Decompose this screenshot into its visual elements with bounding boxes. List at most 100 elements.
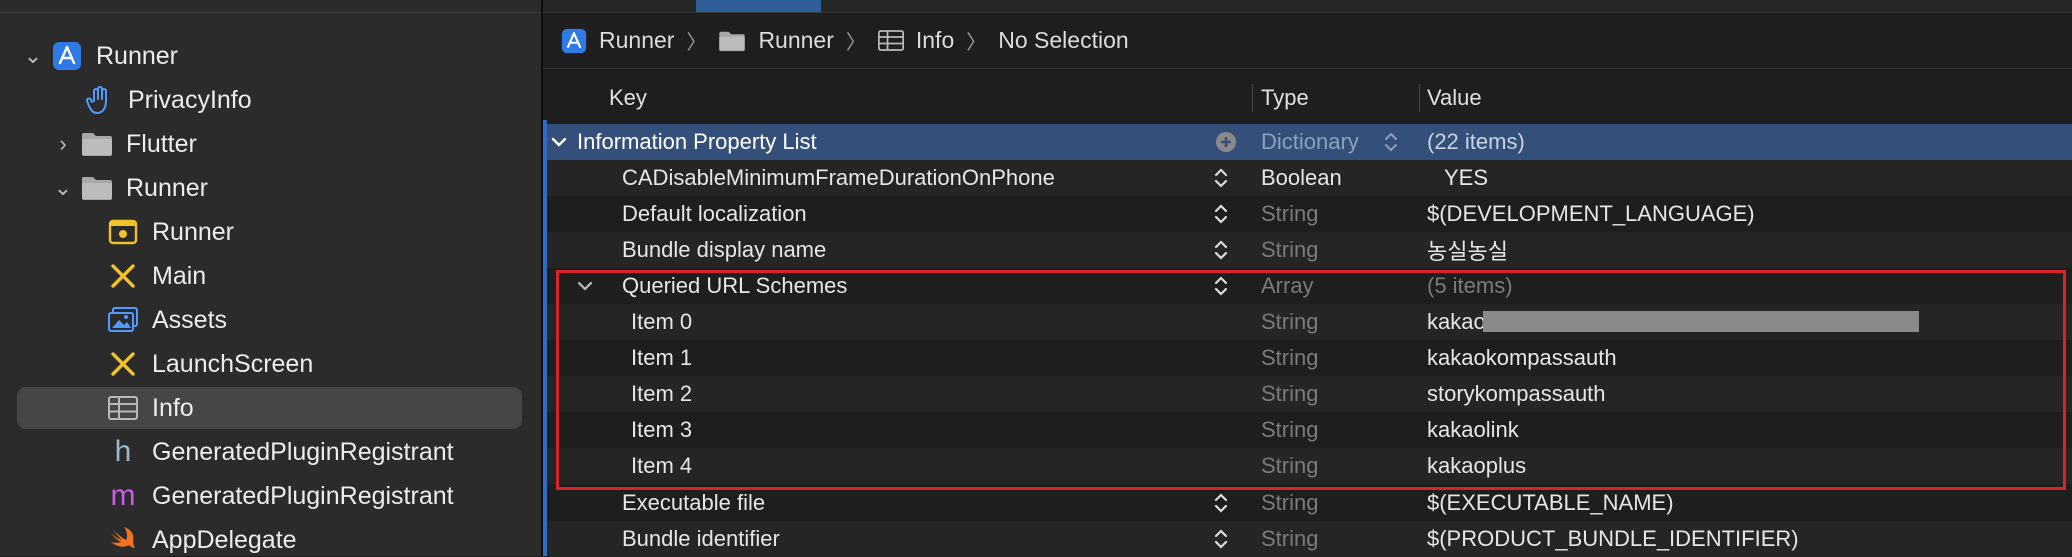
- row-type[interactable]: Dictionary: [1261, 124, 1359, 160]
- row-value[interactable]: $(DEVELOPMENT_LANGUAGE): [1427, 196, 1755, 232]
- row-type[interactable]: String: [1261, 340, 1318, 376]
- column-header-key[interactable]: Key: [609, 78, 647, 118]
- table-row[interactable]: Item 4 String kakaoplus: [543, 448, 2072, 484]
- breadcrumb-item-project[interactable]: Runner: [561, 27, 674, 54]
- row-value[interactable]: kakaolink: [1427, 412, 1519, 448]
- nav-item-label: LaunchScreen: [152, 349, 314, 378]
- table-row[interactable]: Queried URL Schemes Array (5 items): [543, 268, 2072, 304]
- row-key: Information Property List: [577, 129, 817, 154]
- stepper-icon[interactable]: [1383, 124, 1399, 160]
- table-row[interactable]: Bundle identifier String $(PRODUCT_BUNDL…: [543, 521, 2072, 557]
- breadcrumb-label: Runner: [758, 27, 834, 53]
- table-row[interactable]: Bundle display name String 농실농실: [543, 232, 2072, 268]
- nav-item-label: Assets: [152, 305, 228, 334]
- nav-item-label: Runner: [152, 217, 234, 246]
- nav-item-appdelegate[interactable]: AppDelegate: [106, 519, 297, 556]
- table-row[interactable]: Executable file String $(EXECUTABLE_NAME…: [543, 485, 2072, 521]
- row-key[interactable]: Bundle display name: [622, 232, 826, 268]
- chevron-right-icon[interactable]: ›: [52, 131, 74, 157]
- row-value[interactable]: 농실농실: [1427, 232, 1508, 268]
- folder-icon: [718, 30, 746, 52]
- nav-item-label: Main: [152, 261, 207, 290]
- nav-item-runner-target[interactable]: Runner: [106, 211, 234, 253]
- app-target-icon: [106, 217, 140, 247]
- row-type[interactable]: String: [1261, 448, 1318, 484]
- nav-item-main-storyboard[interactable]: Main: [106, 255, 206, 297]
- row-type[interactable]: String: [1261, 412, 1318, 448]
- row-key[interactable]: Queried URL Schemes: [622, 268, 847, 304]
- row-value[interactable]: kakaoplus: [1427, 448, 1526, 484]
- chevron-down-icon[interactable]: [551, 124, 567, 160]
- stepper-icon[interactable]: [1211, 202, 1231, 226]
- row-type[interactable]: String: [1261, 485, 1318, 521]
- column-divider[interactable]: [1419, 84, 1420, 112]
- project-navigator: ⌄ Runner PrivacyInfo › Flutter ⌄ Runner …: [0, 0, 541, 556]
- stepper-icon[interactable]: [1211, 527, 1231, 551]
- column-divider[interactable]: [1252, 84, 1253, 112]
- row-type[interactable]: String: [1261, 232, 1318, 268]
- row-type[interactable]: Boolean: [1261, 160, 1342, 196]
- breadcrumb-item-folder[interactable]: Runner: [718, 27, 834, 54]
- row-key[interactable]: Bundle identifier: [622, 521, 780, 557]
- row-type[interactable]: String: [1261, 304, 1318, 340]
- folder-icon: [80, 173, 114, 203]
- table-row[interactable]: CADisableMinimumFrameDurationOnPhone Boo…: [543, 160, 2072, 196]
- chevron-down-icon[interactable]: [577, 268, 593, 304]
- breadcrumb-item-file[interactable]: Info: [877, 27, 954, 54]
- row-value[interactable]: $(EXECUTABLE_NAME): [1427, 485, 1674, 521]
- nav-item-label: Flutter: [126, 129, 197, 158]
- nav-item-assets[interactable]: Assets: [106, 299, 227, 341]
- row-value[interactable]: $(PRODUCT_BUNDLE_IDENTIFIER): [1427, 521, 1799, 557]
- nav-item-runner-project[interactable]: ⌄ Runner: [22, 35, 178, 77]
- row-value[interactable]: kakaokompassauth: [1427, 340, 1617, 376]
- row-key[interactable]: Default localization: [622, 196, 807, 232]
- row-key[interactable]: Item 3: [631, 412, 692, 448]
- nav-item-label: Info: [152, 393, 194, 422]
- column-header-value[interactable]: Value: [1427, 78, 1482, 118]
- nav-item-launchscreen[interactable]: LaunchScreen: [106, 343, 313, 385]
- stepper-icon[interactable]: [1211, 491, 1231, 515]
- nav-item-label: Runner: [126, 173, 208, 202]
- navigator-filter-bar: [0, 0, 541, 13]
- row-key[interactable]: Item 0: [631, 304, 692, 340]
- stepper-icon[interactable]: [1211, 166, 1231, 190]
- table-row-root[interactable]: Information Property List Dictionary (22…: [543, 124, 2072, 160]
- chevron-down-icon[interactable]: ⌄: [22, 43, 44, 69]
- nav-item-runner-folder[interactable]: ⌄ Runner: [52, 167, 208, 209]
- column-header-type[interactable]: Type: [1261, 78, 1309, 118]
- row-key[interactable]: Item 1: [631, 340, 692, 376]
- table-row[interactable]: Default localization String $(DEVELOPMEN…: [543, 196, 2072, 232]
- hand-icon: [82, 85, 116, 115]
- focus-edge: [543, 120, 547, 556]
- plist-table-icon: [106, 393, 140, 423]
- row-value[interactable]: (22 items): [1427, 124, 1525, 160]
- nav-item-privacyinfo[interactable]: PrivacyInfo: [82, 79, 252, 121]
- row-key[interactable]: Item 4: [631, 448, 692, 484]
- row-value[interactable]: (5 items): [1427, 268, 1513, 304]
- row-value[interactable]: YES: [1444, 160, 1488, 196]
- chevron-right-icon: 〉: [845, 32, 866, 54]
- nav-item-label: GeneratedPluginRegistrant: [152, 437, 454, 466]
- row-type[interactable]: Array: [1261, 268, 1314, 304]
- row-type[interactable]: String: [1261, 376, 1318, 412]
- add-item-icon[interactable]: [1215, 124, 1237, 160]
- row-key[interactable]: CADisableMinimumFrameDurationOnPhone: [622, 160, 1055, 196]
- stepper-icon[interactable]: [1211, 274, 1231, 298]
- chevron-down-icon[interactable]: ⌄: [52, 175, 74, 201]
- table-row[interactable]: Item 3 String kakaolink: [543, 412, 2072, 448]
- breadcrumb-item-selection[interactable]: No Selection: [998, 27, 1128, 54]
- nav-item-generatedpluginregistrant-m[interactable]: m GeneratedPluginRegistrant: [106, 475, 454, 517]
- row-value[interactable]: storykompassauth: [1427, 376, 1606, 412]
- stepper-icon[interactable]: [1211, 238, 1231, 262]
- table-row[interactable]: Item 2 String storykompassauth: [543, 376, 2072, 412]
- table-row[interactable]: Item 1 String kakaokompassauth: [543, 340, 2072, 376]
- nav-item-info[interactable]: Info: [17, 387, 522, 429]
- row-key[interactable]: Item 2: [631, 376, 692, 412]
- nav-item-flutter-folder[interactable]: › Flutter: [52, 123, 197, 165]
- row-type[interactable]: String: [1261, 196, 1318, 232]
- nav-item-generatedpluginregistrant-h[interactable]: h GeneratedPluginRegistrant: [106, 431, 454, 473]
- tab-bar: [543, 0, 2072, 13]
- row-type[interactable]: String: [1261, 521, 1318, 557]
- tab-active[interactable]: [696, 0, 821, 12]
- row-key[interactable]: Executable file: [622, 485, 765, 521]
